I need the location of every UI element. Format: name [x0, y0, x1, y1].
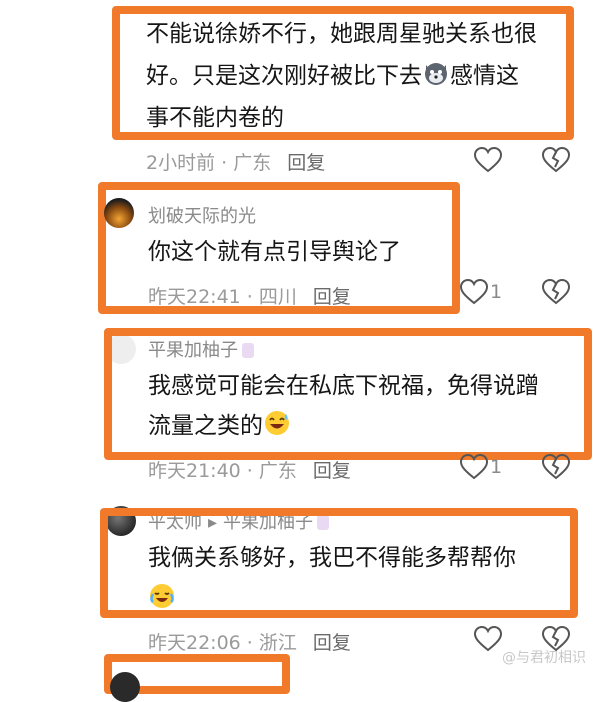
reply-button[interactable]: 回复 — [313, 632, 351, 654]
cry-laugh-emoji-icon — [150, 584, 174, 608]
avatar[interactable] — [110, 672, 140, 702]
heart-broken-icon[interactable] — [542, 147, 570, 173]
comment-1-line-2: 好。只是这次刚好被比下去 感情这 — [146, 56, 519, 96]
comment-1-line-1: 不能说徐娇不行，她跟周星驰关系也很 — [146, 21, 537, 47]
heart-icon[interactable] — [460, 454, 488, 480]
comment-4-line-1: 我俩关系够好，我巴不得能多帮帮你 — [148, 545, 516, 571]
avatar[interactable] — [104, 198, 134, 228]
heart-icon[interactable] — [474, 147, 502, 173]
reply-button[interactable]: 回复 — [313, 286, 351, 308]
reply-button[interactable]: 回复 — [287, 152, 325, 174]
comment-3-line-1: 我感觉可能会在私底下祝福，免得说蹭 — [148, 373, 539, 399]
wolf-emoji-icon — [425, 63, 447, 85]
heart-icon[interactable] — [474, 626, 502, 652]
comment-2-username[interactable]: 划破天际的光 — [148, 202, 256, 228]
comment-1-line-3: 事不能内卷的 — [146, 105, 284, 131]
comment-4-emoji — [148, 582, 176, 610]
reply-button[interactable]: 回复 — [313, 460, 351, 482]
comment-1-meta: 2小时前 · 广东 回复 — [146, 152, 326, 174]
heart-broken-icon[interactable] — [542, 454, 570, 480]
laugh-sweat-emoji-icon — [265, 411, 289, 435]
comment-2-text: 你这个就有点引导舆论了 — [148, 239, 401, 265]
like-count: 1 — [490, 281, 503, 303]
heart-icon[interactable] — [460, 279, 488, 305]
heart-broken-icon[interactable] — [542, 279, 570, 305]
comment-3-meta: 昨天21:40 · 广东 回复 — [148, 460, 351, 482]
comment-4-meta: 昨天22:06 · 浙江 回复 — [148, 632, 351, 654]
comment-3-line-2: 流量之类的 — [148, 406, 291, 446]
comment-2-meta: 昨天22:41 · 四川 回复 — [148, 286, 351, 308]
like-count: 1 — [490, 456, 503, 478]
watermark: @与君初相识 — [502, 650, 586, 666]
